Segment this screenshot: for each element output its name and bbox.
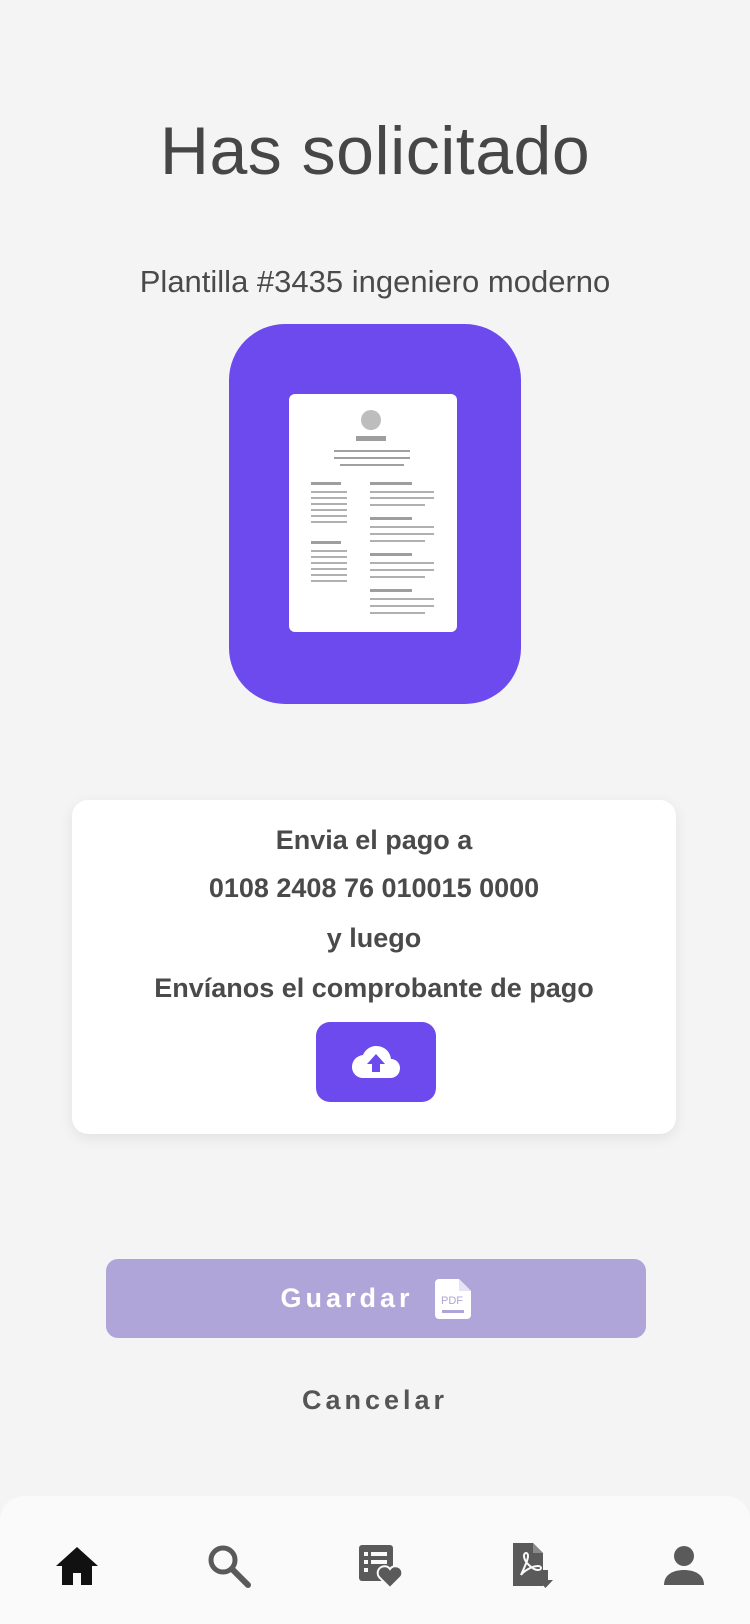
nav-profile[interactable] [654, 1536, 714, 1596]
nav-favorites[interactable] [350, 1536, 410, 1596]
cancel-button[interactable]: Cancelar [0, 1385, 750, 1416]
payment-line-3: y luego [326, 923, 422, 953]
payment-line-4: Envíanos el comprobante de pago [154, 973, 594, 1003]
favorite-list-icon [359, 1545, 403, 1589]
svg-text:PDF: PDF [441, 1295, 463, 1307]
home-icon [56, 1547, 98, 1585]
save-pdf-button[interactable]: Guardar PDF [106, 1259, 646, 1338]
upload-receipt-button[interactable] [316, 1022, 436, 1102]
account-number: 0108 2408 76 010015 0000 [208, 873, 540, 903]
bottom-navigation [0, 1496, 750, 1624]
payment-line-1: Envia el pago a [275, 825, 473, 855]
resume-preview [289, 394, 457, 632]
resume-preview-image [311, 410, 434, 614]
cloud-upload-icon [352, 1046, 400, 1078]
nav-downloads[interactable] [502, 1536, 562, 1596]
nav-home[interactable] [47, 1536, 107, 1596]
nav-search[interactable] [199, 1536, 259, 1596]
page-title: Has solicitado [159, 113, 591, 189]
person-icon [664, 1546, 704, 1585]
payment-instructions-card: Envia el pago a 0108 2408 76 010015 0000… [72, 800, 676, 1134]
pdf-download-icon [513, 1543, 553, 1588]
save-button-label: Guardar [280, 1283, 414, 1313]
search-icon [208, 1545, 251, 1588]
template-thumbnail [229, 324, 521, 704]
template-name: Plantilla #3435 ingeniero moderno [139, 264, 611, 299]
pdf-file-icon: PDF [434, 1278, 471, 1319]
